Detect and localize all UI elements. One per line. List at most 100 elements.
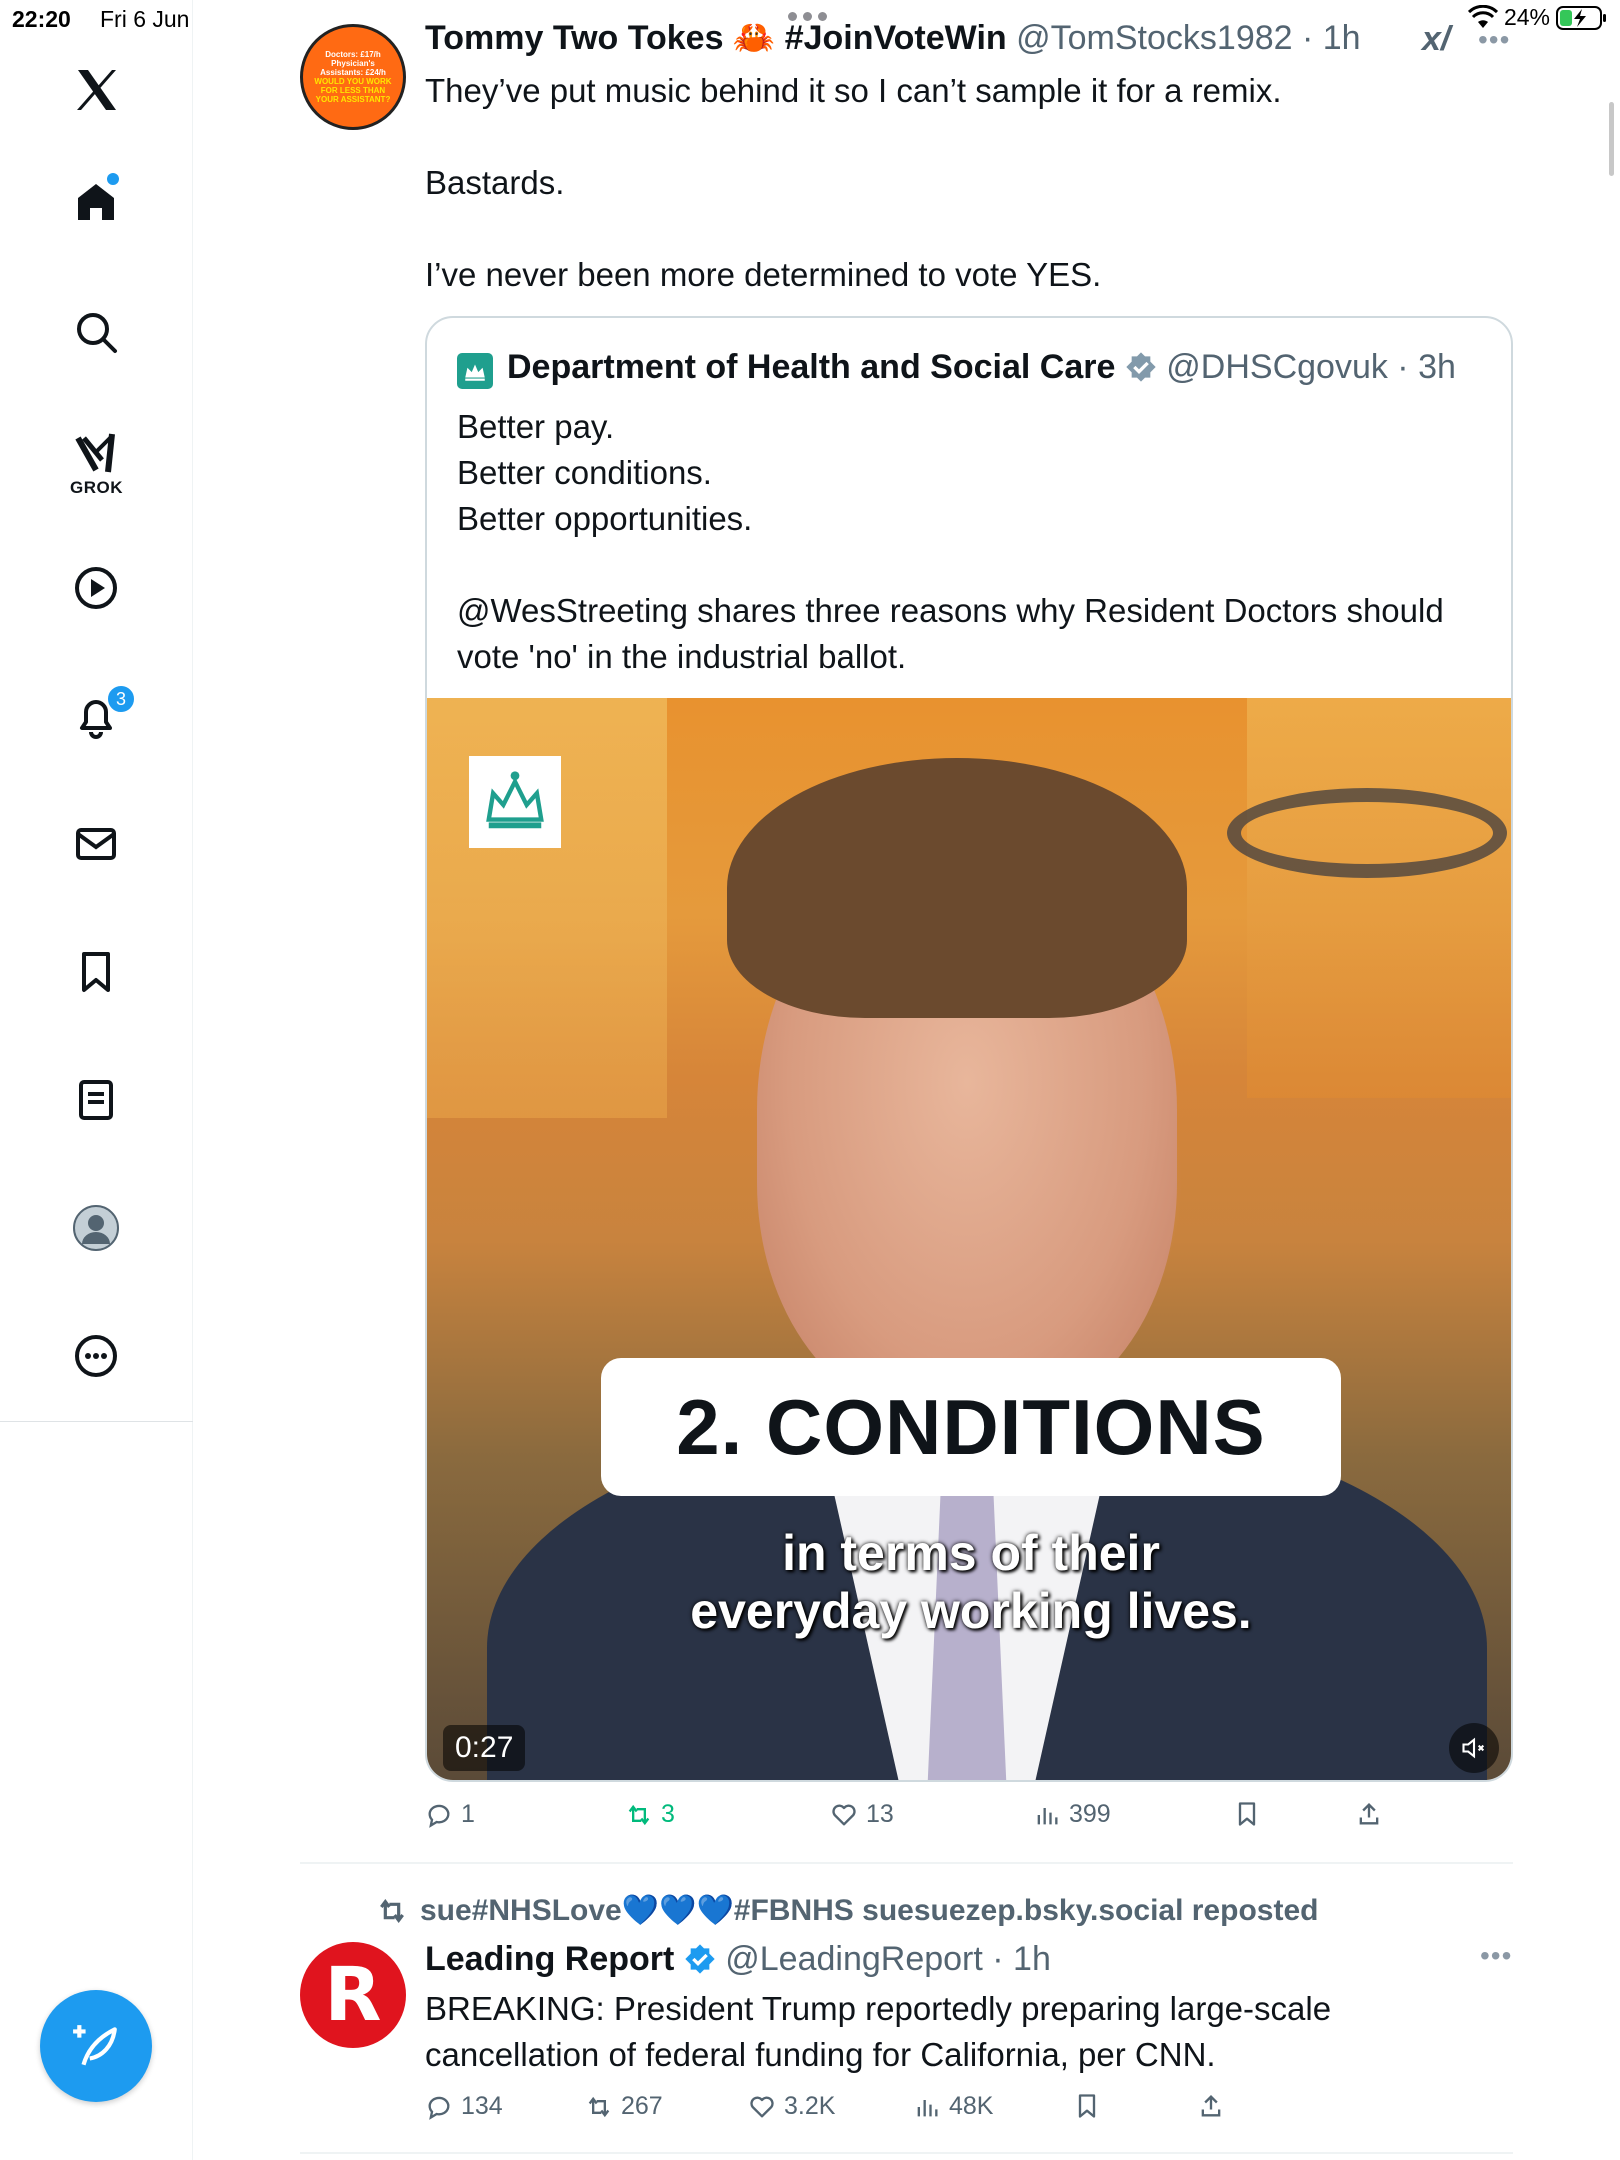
grok-icon (75, 433, 115, 473)
like-count: 13 (866, 1800, 894, 1828)
battery-icon (1556, 5, 1606, 30)
author-handle-time[interactable]: @LeadingReport · 1h (725, 1940, 1051, 1978)
analytics-icon (1037, 1807, 1058, 1824)
home-icon (78, 184, 114, 220)
sidebar-item-more[interactable] (58, 1318, 134, 1394)
heart-icon (832, 1804, 856, 1825)
multitask-handle[interactable] (788, 12, 827, 21)
avatar-letter: R (324, 1952, 382, 2038)
video-duration: 0:27 (443, 1725, 526, 1771)
mute-button[interactable] (1449, 1723, 1499, 1773)
compose-feather-icon (73, 2025, 117, 2066)
view-count: 48K (949, 2092, 994, 2120)
video-person-hair (727, 758, 1187, 1018)
more-options-icon[interactable]: ••• (1480, 1940, 1512, 1972)
reply-count: 134 (461, 2092, 503, 2120)
like-button[interactable]: 3.2K (748, 2092, 835, 2121)
sidebar-item-home[interactable] (58, 164, 134, 240)
crown-logo-icon (486, 771, 544, 829)
status-bar: 22:20 Fri 6 Jun 24% (0, 0, 1620, 40)
bookmark-icon (82, 952, 110, 992)
list-icon (79, 1080, 113, 1120)
repost-icon (588, 2096, 610, 2117)
video-caption-sub: in terms of their (782, 1525, 1160, 1581)
tweet-actions: 1 3 13 399 (425, 1800, 1445, 1840)
like-button[interactable]: 13 (830, 1800, 894, 1829)
compose-button[interactable] (40, 1990, 152, 2102)
repost-label: sue#NHSLove💙💙💙#FBNHS suesuezep.bsky.soci… (420, 1894, 1319, 1927)
avatar-text-line: WOULD YOU WORK (314, 77, 392, 86)
sidebar-item-messages[interactable] (58, 806, 134, 882)
sidebar-divider (0, 1421, 193, 1422)
tweet-text: BREAKING: President Trump reportedly pre… (425, 1990, 1332, 2027)
search-icon (77, 313, 117, 353)
quote-header: Department of Health and Social Care @DH… (507, 348, 1456, 387)
share-icon (1359, 1803, 1379, 1825)
share-button[interactable] (1197, 2092, 1225, 2120)
quote-text: vote 'no' in the industrial ballot. (457, 638, 907, 675)
sidebar-item-search[interactable] (58, 294, 134, 370)
repost-icon (628, 1804, 650, 1825)
share-button[interactable] (1355, 1800, 1383, 1828)
avatar-text-line: Doctors: £17/h (325, 50, 381, 59)
avatar-text-line: Assistants: £24/h (320, 68, 386, 77)
grok-label: GROK (70, 478, 123, 497)
sidebar-item-profile[interactable] (58, 1190, 134, 1266)
quote-author-name[interactable]: Department of Health and Social Care (507, 348, 1115, 386)
video-caption-sub: everyday working lives. (690, 1583, 1252, 1639)
wifi-icon (1467, 4, 1498, 28)
status-right: 24% (1467, 4, 1608, 31)
tweet-text: They’ve put music behind it so I can’t s… (425, 72, 1282, 109)
sidebar-item-video[interactable] (58, 550, 134, 626)
bookmark-button[interactable] (1233, 1800, 1261, 1828)
verified-blue-icon (685, 1944, 715, 1974)
video-player[interactable]: 2. CONDITIONS in terms of their everyday… (427, 698, 1511, 1780)
tweet-separator (300, 2152, 1513, 2154)
share-icon (1201, 2095, 1221, 2117)
reply-button[interactable]: 1 (425, 1800, 475, 1829)
view-count: 399 (1069, 1800, 1111, 1828)
bookmark-icon (1078, 2094, 1096, 2118)
like-count: 3.2K (784, 2092, 836, 2120)
tweet-text: I’ve never been more determined to vote … (425, 256, 1102, 293)
quote-text: @WesStreeting shares three reasons why R… (457, 592, 1444, 629)
heart-icon (750, 2096, 774, 2117)
sidebar: GROK 3 (0, 0, 193, 2160)
home-notification-dot (107, 173, 119, 185)
tweet-text: cancellation of federal funding for Cali… (425, 2036, 1216, 2073)
battery-percent: 24% (1503, 4, 1550, 30)
sidebar-item-lists[interactable] (58, 1062, 134, 1138)
gov-crown-logo (469, 756, 561, 848)
quote-handle-time[interactable]: @DHSCgovuk · 3h (1166, 348, 1456, 386)
tweet-actions: 134 267 3.2K 48K (425, 2092, 1445, 2132)
verified-gray-icon (1126, 352, 1156, 382)
x-logo-icon (77, 70, 116, 110)
quote-text: Better conditions. (457, 454, 712, 491)
mail-icon (76, 828, 116, 860)
reply-button[interactable]: 134 (425, 2092, 503, 2121)
avatar-text-line: Physician's (331, 59, 375, 68)
quote-tweet-card[interactable]: Department of Health and Social Care @DH… (425, 316, 1513, 1782)
views-button[interactable]: 48K (913, 2092, 993, 2121)
quote-text: Better opportunities. (457, 500, 753, 537)
reply-icon (428, 2096, 450, 2120)
status-date: Fri 6 Jun (100, 6, 190, 32)
x-logo[interactable] (58, 52, 134, 128)
scrollbar-thumb[interactable] (1609, 102, 1614, 176)
bookmark-icon (1238, 1802, 1256, 1826)
author-name[interactable]: Leading Report (425, 1940, 674, 1978)
repost-context[interactable]: sue#NHSLove💙💙💙#FBNHS suesuezep.bsky.soci… (376, 1893, 1318, 1928)
quote-text: Better pay. (457, 408, 615, 445)
repost-count: 3 (661, 1800, 675, 1828)
more-circle-icon (75, 1335, 117, 1377)
repost-button[interactable]: 267 (585, 2092, 663, 2121)
status-time: 22:20 (12, 6, 71, 32)
tweet-separator (300, 1862, 1513, 1864)
reply-count: 1 (461, 1800, 475, 1828)
avatar[interactable]: R (300, 1942, 406, 2048)
sidebar-item-bookmarks[interactable] (58, 934, 134, 1010)
repost-button[interactable]: 3 (625, 1800, 675, 1829)
tweet-header: Leading Report @LeadingReport · 1h (425, 1940, 1051, 1979)
views-button[interactable]: 399 (1033, 1800, 1111, 1829)
bookmark-button[interactable] (1073, 2092, 1101, 2120)
